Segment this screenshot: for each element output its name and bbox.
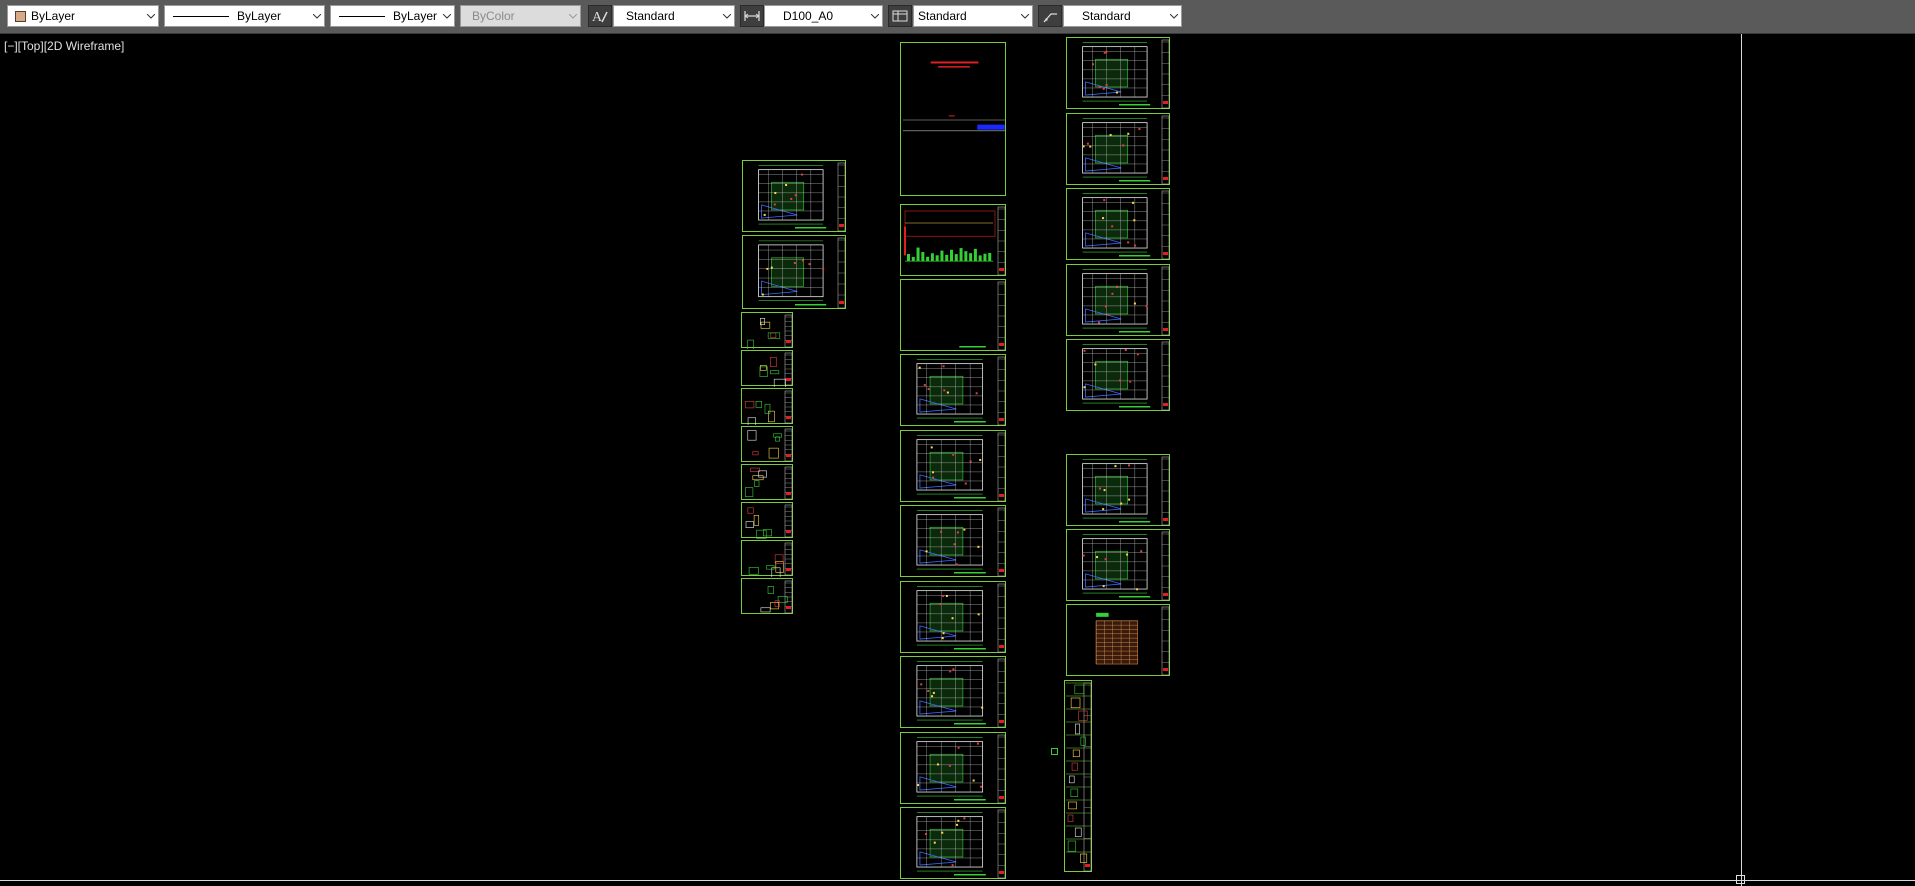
chevron-down-icon (720, 6, 734, 26)
dimension-style-icon[interactable] (740, 5, 764, 27)
svg-text:A: A (592, 10, 603, 24)
table-style-dropdown-value: Standard (918, 9, 967, 23)
text-style-dropdown-value: Standard (626, 9, 675, 23)
crosshair-horizontal (0, 880, 1915, 881)
text-style-dropdown[interactable]: Standard (613, 5, 735, 27)
linetype-dropdown-value: ByLayer (237, 9, 282, 23)
drawing-sheet (741, 426, 793, 462)
dimension-style-dropdown[interactable]: D100_A0 (764, 5, 883, 27)
stray-block (1051, 748, 1058, 755)
drawing-sheet (900, 429, 1006, 502)
drawing-sheet (742, 160, 846, 232)
drawing-sheet (900, 204, 1006, 276)
drawing-sheet (1064, 680, 1092, 872)
table-style-icon[interactable] (888, 5, 912, 27)
drawing-sheet (900, 354, 1006, 426)
chevron-down-icon (1167, 6, 1181, 26)
drawing-sheet (1066, 37, 1170, 109)
drawing-sheet (900, 656, 1006, 728)
drawing-sheet (900, 580, 1006, 653)
viewport-controls-label[interactable]: [−][Top][2D Wireframe] (4, 39, 124, 53)
text-style-icon[interactable]: A (588, 5, 612, 27)
drawing-sheet (1066, 188, 1170, 260)
drawing-sheet (1066, 454, 1170, 526)
table-style-dropdown[interactable]: Standard (913, 5, 1033, 27)
drawing-sheet (1066, 112, 1170, 185)
drawing-sheet (1066, 339, 1170, 411)
drawing-sheet (741, 464, 793, 500)
drawing-sheet (741, 350, 793, 387)
drawing-sheet (741, 578, 793, 614)
multileader-style-dropdown[interactable]: Standard (1063, 5, 1182, 27)
chevron-down-icon (1018, 6, 1032, 26)
chevron-down-icon (144, 6, 158, 26)
chevron-down-icon (310, 6, 324, 26)
chevron-down-icon (440, 6, 454, 26)
drawing-sheet (900, 807, 1006, 879)
multileader-style-icon[interactable] (1038, 5, 1062, 27)
drawing-sheet (900, 42, 1006, 196)
drawing-sheet (741, 540, 793, 577)
drawing-sheet (742, 235, 846, 309)
drawing-sheet (741, 502, 793, 539)
drawing-sheet (1066, 604, 1170, 676)
lineweight-dropdown[interactable]: ByLayer (330, 5, 455, 27)
properties-toolbar: ByLayer ByLayer ByLayer ByColor A Standa… (0, 0, 1915, 34)
crosshair-pickbox (1736, 875, 1745, 884)
drawing-sheet (900, 731, 1006, 804)
linetype-dropdown[interactable]: ByLayer (164, 5, 325, 27)
color-swatch (15, 10, 26, 22)
drawing-sheet (741, 388, 793, 425)
crosshair-vertical (1741, 34, 1742, 886)
dimension-style-dropdown-value: D100_A0 (783, 9, 834, 23)
linetype-preview (173, 15, 229, 17)
drawing-sheet (741, 312, 793, 349)
plotstyle-dropdown: ByColor (460, 5, 581, 27)
lineweight-dropdown-value: ByLayer (393, 9, 438, 23)
color-dropdown[interactable]: ByLayer (7, 5, 159, 27)
drawing-sheet (1066, 263, 1170, 336)
multileader-style-dropdown-value: Standard (1082, 9, 1131, 23)
color-dropdown-value: ByLayer (31, 9, 76, 23)
chevron-down-icon (566, 6, 580, 26)
drawing-sheet (900, 279, 1006, 351)
chevron-down-icon (868, 6, 882, 26)
lineweight-preview (339, 15, 385, 17)
drawing-sheet (900, 505, 1006, 577)
plotstyle-dropdown-value: ByColor (472, 9, 515, 23)
drawing-viewport[interactable]: [−][Top][2D Wireframe] (0, 34, 1915, 886)
drawing-sheet (1066, 529, 1170, 601)
